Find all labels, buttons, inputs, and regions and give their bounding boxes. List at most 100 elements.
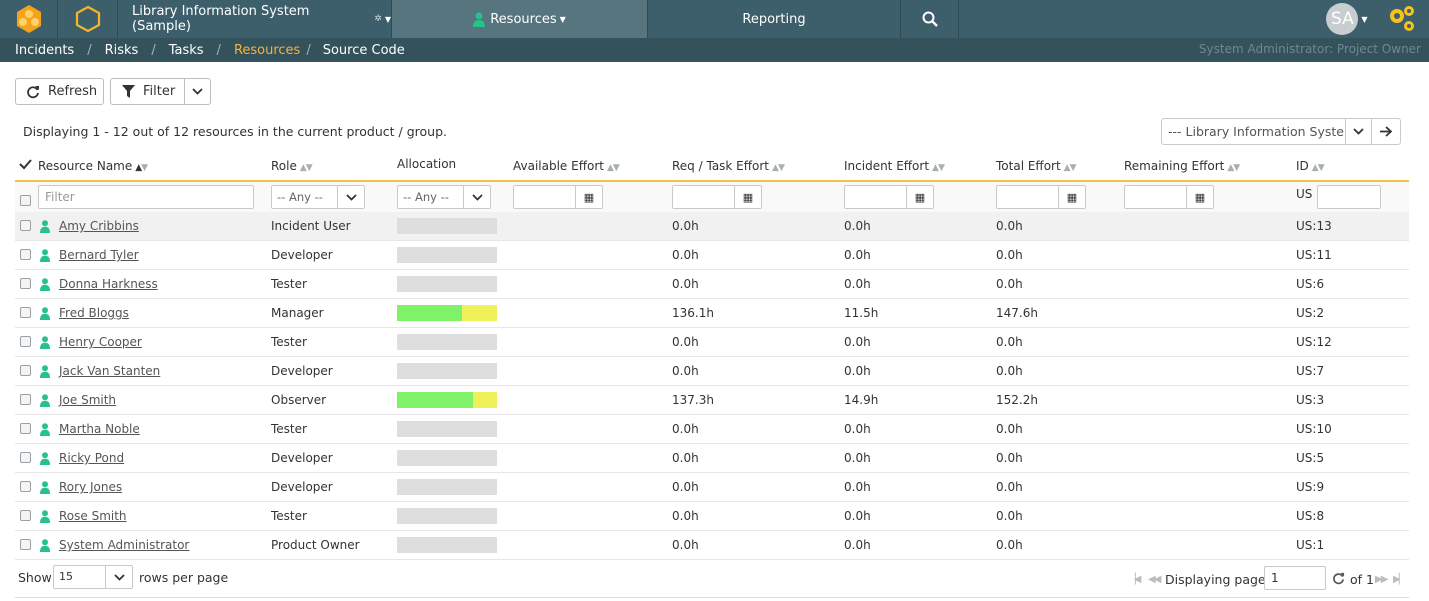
calculator-icon[interactable]: ▦ — [1195, 191, 1205, 204]
row-checkbox[interactable] — [20, 510, 31, 521]
resource-name-link[interactable]: Rory Jones — [59, 473, 122, 501]
incident-effort-filter[interactable]: ▦ — [844, 185, 934, 209]
calculator-icon[interactable]: ▦ — [915, 191, 925, 204]
col-header-available[interactable]: Available Effort ▲▼ — [513, 159, 620, 173]
resource-person-icon — [40, 481, 50, 494]
available-effort-filter[interactable]: ▦ — [513, 185, 603, 209]
next-page-icon[interactable]: ▶▶ — [1375, 574, 1388, 585]
project-go-button[interactable] — [1372, 119, 1400, 144]
incident-effort: 0.0h — [844, 538, 871, 552]
workspace-hexagon-button[interactable] — [58, 0, 118, 38]
resource-name-link[interactable]: Donna Harkness — [59, 270, 158, 298]
first-page-icon[interactable]: ▕◀ — [1128, 574, 1141, 585]
project-selector-dropdown[interactable] — [1346, 119, 1372, 144]
app-logo[interactable] — [0, 0, 58, 38]
user-menu[interactable]: SA ▼ — [1319, 0, 1375, 38]
row-checkbox[interactable] — [20, 394, 31, 405]
resource-role: Developer — [271, 480, 333, 494]
calculator-icon[interactable]: ▦ — [584, 191, 594, 204]
resource-name-link[interactable]: Ricky Pond — [59, 444, 124, 472]
row-checkbox[interactable] — [20, 220, 31, 231]
nav-tasks[interactable]: Tasks — [169, 43, 204, 58]
filter-dropdown-toggle[interactable] — [185, 88, 210, 95]
rows-per-page-select[interactable]: 15 — [53, 565, 133, 589]
resource-name-link[interactable]: Henry Cooper — [59, 328, 142, 356]
calculator-icon[interactable]: ▦ — [1067, 191, 1077, 204]
resource-name-link[interactable]: Rose Smith — [59, 502, 127, 530]
nav-incidents[interactable]: Incidents — [15, 43, 74, 58]
row-checkbox[interactable] — [20, 423, 31, 434]
row-checkbox[interactable] — [20, 249, 31, 260]
page-number-input[interactable]: 1 — [1264, 566, 1326, 590]
incident-effort: 0.0h — [844, 509, 871, 523]
sort-icon[interactable]: ▲▼ — [1064, 163, 1077, 173]
resource-role: Developer — [271, 451, 333, 465]
resource-name-link[interactable]: Bernard Tyler — [59, 241, 139, 269]
allocation-bar-yellow — [473, 392, 497, 408]
filter-button[interactable]: Filter — [111, 79, 185, 104]
refresh-button[interactable]: Refresh — [15, 78, 104, 105]
row-checkbox[interactable] — [20, 336, 31, 347]
col-header-total[interactable]: Total Effort ▲▼ — [996, 159, 1077, 173]
resource-id: US:12 — [1296, 335, 1332, 349]
project-menu[interactable]: Library Information System (Sample) ✲ ▼ — [118, 0, 392, 38]
caret-down-icon: ▼ — [384, 14, 391, 24]
resource-name-link[interactable]: Jack Van Stanten — [59, 357, 160, 385]
resource-id: US:10 — [1296, 422, 1332, 436]
calculator-icon[interactable]: ▦ — [743, 191, 753, 204]
row-checkbox[interactable] — [20, 365, 31, 376]
refresh-icon[interactable] — [1332, 572, 1345, 585]
col-header-req-task[interactable]: Req / Task Effort ▲▼ — [672, 159, 785, 173]
row-checkbox[interactable] — [20, 452, 31, 463]
previous-page-icon[interactable]: ◀◀ — [1148, 574, 1161, 585]
col-header-remaining[interactable]: Remaining Effort ▲▼ — [1124, 159, 1240, 173]
name-filter-input[interactable]: Filter — [38, 185, 254, 209]
search-button[interactable] — [901, 0, 959, 38]
nav-resources[interactable]: Resources — [234, 43, 300, 58]
id-filter-input[interactable] — [1317, 185, 1381, 209]
nav-source-code[interactable]: Source Code — [323, 43, 405, 58]
row-checkbox[interactable] — [20, 278, 31, 289]
sort-icon[interactable]: ▲▼ — [300, 163, 313, 173]
sort-icon[interactable]: ▲▼ — [135, 163, 148, 173]
col-header-incident[interactable]: Incident Effort ▲▼ — [844, 159, 945, 173]
col-header-name[interactable]: Resource Name ▲▼ — [38, 159, 148, 173]
reporting-menu[interactable]: Reporting — [648, 0, 901, 38]
id-filter-prefix: US — [1296, 187, 1313, 201]
row-checkbox[interactable] — [20, 307, 31, 318]
resource-id: US:13 — [1296, 219, 1332, 233]
allocation-filter-select[interactable]: -- Any -- — [397, 185, 491, 209]
resource-name-link[interactable]: Fred Bloggs — [59, 299, 129, 327]
project-selector[interactable]: --- Library Information System --- — [1161, 118, 1401, 145]
select-all-checkmark-icon[interactable] — [19, 159, 32, 170]
avatar-initials: SA — [1331, 9, 1354, 29]
resource-person-icon — [40, 278, 50, 291]
administration-button[interactable] — [1375, 0, 1429, 38]
resource-name-link[interactable]: Amy Cribbins — [59, 212, 139, 240]
remaining-effort-filter[interactable]: ▦ — [1124, 185, 1214, 209]
last-page-icon[interactable]: ▶▏ — [1393, 574, 1406, 585]
row-checkbox[interactable] — [20, 481, 31, 492]
select-all-checkbox[interactable] — [20, 195, 31, 206]
total-effort: 0.0h — [996, 248, 1023, 262]
resources-menu[interactable]: Resources ▼ — [392, 0, 648, 38]
role-filter-select[interactable]: -- Any -- — [271, 185, 365, 209]
resource-name-link[interactable]: System Administrator — [59, 531, 189, 559]
col-header-role[interactable]: Role ▲▼ — [271, 159, 313, 173]
sort-icon[interactable]: ▲▼ — [932, 163, 945, 173]
req-task-effort-filter[interactable]: ▦ — [672, 185, 762, 209]
sort-icon[interactable]: ▲▼ — [607, 163, 620, 173]
resource-name-link[interactable]: Martha Noble — [59, 415, 140, 443]
incident-effort: 0.0h — [844, 248, 871, 262]
table-row: Jack Van Stanten Developer 0.0h 0.0h 0.0… — [15, 357, 1409, 386]
resource-name-link[interactable]: Joe Smith — [59, 386, 116, 414]
total-effort: 0.0h — [996, 509, 1023, 523]
sort-icon[interactable]: ▲▼ — [1227, 163, 1240, 173]
total-effort-filter[interactable]: ▦ — [996, 185, 1086, 209]
sort-icon[interactable]: ▲▼ — [772, 163, 785, 173]
row-checkbox[interactable] — [20, 539, 31, 550]
col-header-id[interactable]: ID ▲▼ — [1296, 159, 1325, 173]
sort-icon[interactable]: ▲▼ — [1312, 163, 1325, 173]
nav-risks[interactable]: Risks — [105, 43, 139, 58]
gears-icon — [1390, 6, 1414, 31]
